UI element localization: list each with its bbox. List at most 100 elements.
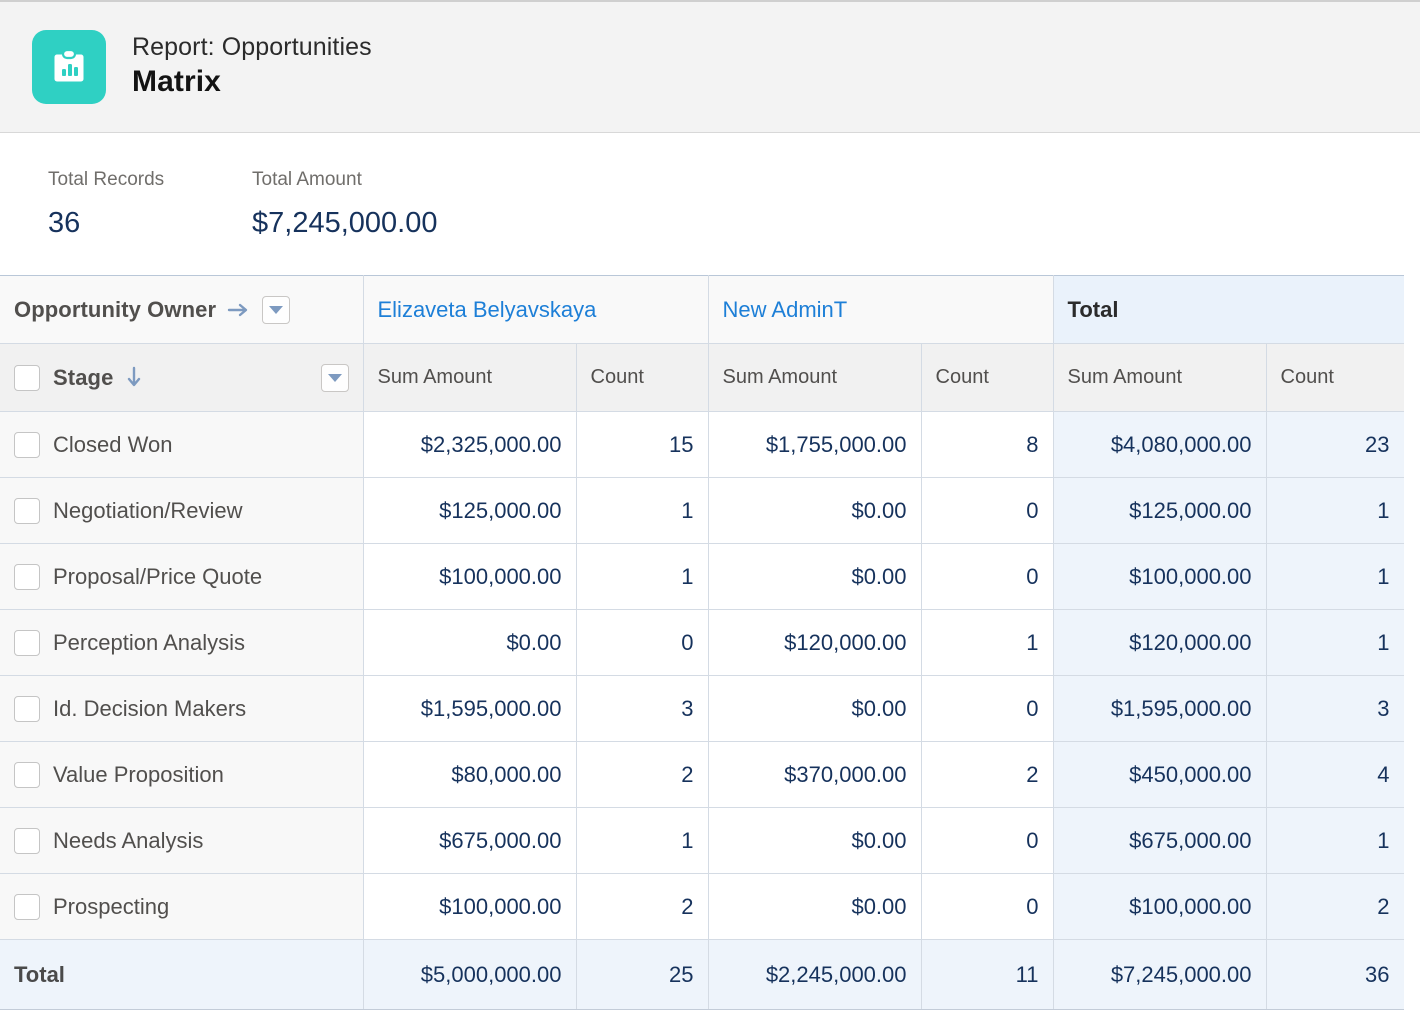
opportunity-owner-header: Opportunity Owner [0, 275, 364, 345]
cell-total-count: 2 [1266, 873, 1404, 941]
cell-sum-amount: $0.00 [708, 873, 922, 941]
total-row-label: Total [14, 961, 65, 987]
row-checkbox[interactable] [14, 563, 40, 590]
page-title: Matrix [132, 65, 221, 99]
summary-stats: Total Records 36 Total Amount $7,245,000… [0, 133, 1420, 276]
opportunity-owner-label: Opportunity Owner [14, 296, 217, 322]
cell-sum-amount: $1,595,000.00 [363, 675, 577, 743]
total-records-value: 36 [48, 206, 81, 239]
row-label-cell: Prospecting [0, 873, 364, 941]
total-amount-label: Total Amount [252, 169, 362, 190]
matrix-table: Opportunity Owner Elizaveta Belyavskaya … [0, 275, 1404, 1011]
row-checkbox[interactable] [14, 497, 40, 524]
table-row: Id. Decision Makers $1,595,000.00 3 $0.0… [0, 675, 1404, 743]
row-label-cell: Negotiation/Review [0, 477, 364, 545]
cell-sum-amount: $0.00 [708, 477, 922, 545]
column-group-header-row: Opportunity Owner Elizaveta Belyavskaya … [0, 275, 1404, 345]
cell-sum-amount: $120,000.00 [708, 609, 922, 677]
cell-total-sum-amount: $1,595,000.00 [1052, 675, 1267, 743]
cell-count: 1 [921, 609, 1054, 677]
opportunity-owner-dropdown-button[interactable] [262, 295, 291, 324]
row-checkbox[interactable] [14, 629, 40, 656]
cell-total-count: 3 [1266, 675, 1404, 743]
row-label: Prospecting [53, 893, 170, 919]
row-checkbox[interactable] [14, 827, 40, 854]
cell-count: 0 [921, 873, 1054, 941]
total-row-label-cell: Total [0, 939, 364, 1011]
cell-count: 1 [576, 477, 709, 545]
chevron-down-icon [327, 373, 342, 382]
cell-total-sum-amount: $100,000.00 [1052, 543, 1267, 611]
measure-header-sum-amount-2: Sum Amount [708, 343, 922, 413]
cell-count: 2 [576, 741, 709, 809]
total-amount-value: $7,245,000.00 [252, 206, 438, 239]
cell-count: 0 [921, 675, 1054, 743]
select-all-checkbox[interactable] [14, 364, 40, 391]
stage-dropdown-button[interactable] [320, 363, 349, 392]
grand-total-count: 36 [1266, 939, 1404, 1011]
row-checkbox[interactable] [14, 893, 40, 920]
matrix-table-body: Closed Won $2,325,000.00 15 $1,755,000.0… [0, 411, 1404, 1011]
cell-total-count: 4 [1266, 741, 1404, 809]
row-label: Value Proposition [53, 761, 224, 787]
total-cell-sum-amount: $5,000,000.00 [363, 939, 577, 1011]
column-group-elizaveta-belyavskaya[interactable]: Elizaveta Belyavskaya [363, 275, 709, 345]
table-row: Needs Analysis $675,000.00 1 $0.00 0 $67… [0, 807, 1404, 875]
row-label: Perception Analysis [53, 629, 245, 655]
report-kicker: Report: Opportunities [132, 33, 372, 62]
row-checkbox[interactable] [14, 761, 40, 788]
measure-header-count-1: Count [576, 343, 709, 413]
cell-count: 2 [576, 873, 709, 941]
table-row: Perception Analysis $0.00 0 $120,000.00 … [0, 609, 1404, 677]
chevron-down-icon [269, 305, 284, 314]
row-label: Id. Decision Makers [53, 695, 247, 721]
table-total-row: Total $5,000,000.00 25 $2,245,000.00 11 … [0, 939, 1404, 1011]
arrow-right-icon [227, 302, 251, 318]
report-header-text: Report: Opportunities Matrix [132, 32, 372, 102]
cell-count: 1 [576, 543, 709, 611]
cell-total-sum-amount: $675,000.00 [1052, 807, 1267, 875]
cell-total-sum-amount: $4,080,000.00 [1052, 411, 1267, 479]
cell-sum-amount: $1,755,000.00 [708, 411, 922, 479]
cell-total-sum-amount: $450,000.00 [1052, 741, 1267, 809]
measure-header-sum-amount-total: Sum Amount [1053, 343, 1267, 413]
cell-total-count: 1 [1266, 609, 1404, 677]
cell-total-count: 23 [1266, 411, 1404, 479]
table-row: Prospecting $100,000.00 2 $0.00 0 $100,0… [0, 873, 1404, 941]
row-label-cell: Needs Analysis [0, 807, 364, 875]
measure-header-count-2: Count [921, 343, 1054, 413]
cell-count: 0 [921, 543, 1054, 611]
row-label: Needs Analysis [53, 827, 204, 853]
stat-total-amount: Total Amount $7,245,000.00 [252, 167, 437, 245]
cell-count: 0 [576, 609, 709, 677]
report-header: Report: Opportunities Matrix [0, 0, 1420, 133]
total-cell-count: 25 [576, 939, 709, 1011]
row-label-cell: Perception Analysis [0, 609, 364, 677]
cell-sum-amount: $125,000.00 [363, 477, 577, 545]
cell-count: 3 [576, 675, 709, 743]
cell-sum-amount: $675,000.00 [363, 807, 577, 875]
clipboard-chart-icon [32, 30, 106, 104]
column-group-new-admint[interactable]: New AdminT [708, 275, 1054, 345]
sort-descending-arrow-icon[interactable] [126, 366, 142, 390]
grand-total-sum-amount: $7,245,000.00 [1052, 939, 1267, 1011]
cell-sum-amount: $100,000.00 [363, 543, 577, 611]
measure-header-sum-amount-1: Sum Amount [363, 343, 577, 413]
row-checkbox[interactable] [14, 695, 40, 722]
cell-sum-amount: $0.00 [708, 807, 922, 875]
row-label: Closed Won [53, 431, 173, 457]
total-records-label: Total Records [48, 169, 165, 190]
stage-label: Stage [53, 364, 114, 390]
cell-count: 8 [921, 411, 1054, 479]
cell-sum-amount: $2,325,000.00 [363, 411, 577, 479]
cell-sum-amount: $100,000.00 [363, 873, 577, 941]
cell-sum-amount: $80,000.00 [363, 741, 577, 809]
table-row: Value Proposition $80,000.00 2 $370,000.… [0, 741, 1404, 809]
cell-count: 15 [576, 411, 709, 479]
stage-header: Stage [0, 343, 364, 413]
stat-total-records: Total Records 36 [48, 167, 198, 245]
table-row: Negotiation/Review $125,000.00 1 $0.00 0… [0, 477, 1404, 545]
cell-sum-amount: $0.00 [708, 675, 922, 743]
row-label-cell: Proposal/Price Quote [0, 543, 364, 611]
row-checkbox[interactable] [14, 431, 40, 458]
